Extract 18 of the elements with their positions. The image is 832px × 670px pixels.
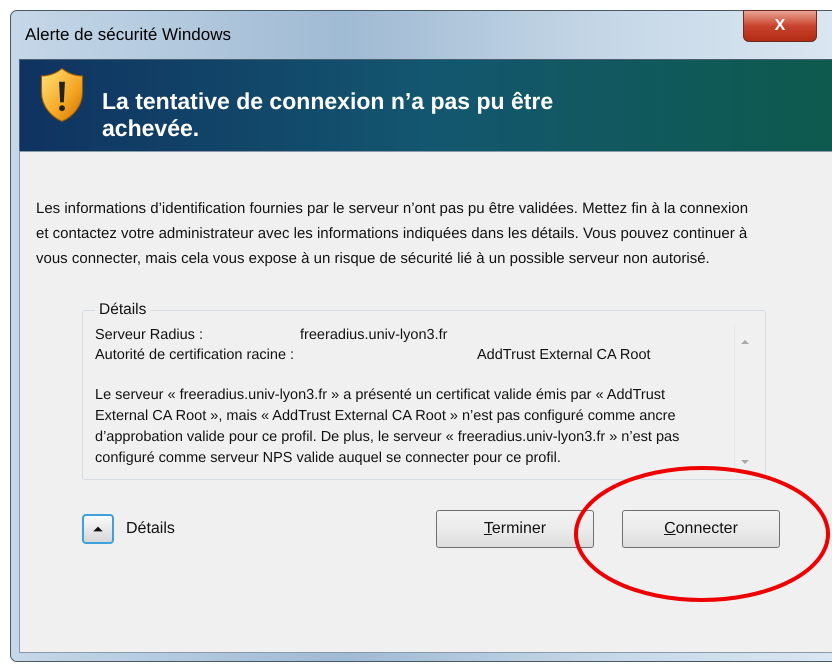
window-title: Alerte de sécurité Windows	[25, 25, 231, 45]
details-toggle-button[interactable]	[82, 514, 114, 544]
field-value: AddTrust External CA Root	[477, 346, 651, 365]
details-text: Le serveur « freeradius.univ-lyon3.fr » a présenté un certificat valide émis par « AddTrust External CA Root », mais « AddTrust External CA Root » n’est pas configuré comme ancre d’approbation valide pour ce profil. De plus, le serveur « freeradius.univ-lyon3.fr » n’est pas configuré comme serveur NPS valide auquel se connecter pour ce profil.	[95, 386, 680, 468]
field-label: Autorité de certification racine :	[95, 346, 296, 365]
triangle-icon	[92, 525, 104, 533]
group-title: Détails	[98, 301, 148, 319]
field-value: freeradius.univ-lyon3.fr	[300, 326, 448, 345]
scroll-down-icon[interactable]	[740, 459, 750, 465]
dialog-button[interactable]: Connecter	[622, 510, 780, 548]
dialog-button[interactable]: Terminer	[436, 510, 594, 548]
scroll-up-icon[interactable]	[740, 339, 750, 345]
dialog-heading: La tentative de connexion n’a pas pu être achevée.	[102, 88, 554, 142]
warning-shield-icon	[40, 66, 84, 124]
message-text: Les informations d’identification fournies par le serveur n’ont pas pu être validées. Mettez fin à la connexion et contactez votre administrateur avec les informations indiquées dans les détails. Vous pouvez continuer à vous connecter, mais cela vous expose à un risque de sécurité lié à un possible serveur non autorisé.	[36, 199, 750, 269]
details-toggle-label: Détails	[126, 520, 175, 538]
field-label: Serveur Radius :	[95, 326, 204, 345]
close-button[interactable]: X	[743, 10, 817, 42]
